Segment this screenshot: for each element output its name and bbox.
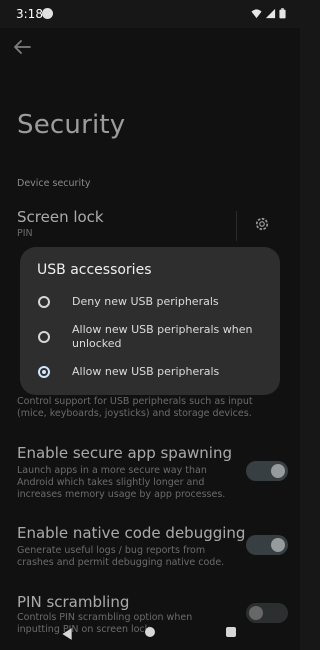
battery-icon — [279, 8, 286, 19]
nav-recents-button[interactable] — [226, 627, 236, 637]
radio-button[interactable] — [38, 331, 50, 343]
nav-back-icon[interactable] — [60, 627, 74, 641]
notification-icon — [42, 8, 53, 19]
wifi-icon — [251, 9, 262, 19]
option-label: Allow new USB peripherals when unlocked — [72, 323, 253, 350]
status-time: 3:18 — [16, 7, 43, 21]
usb-accessories-dialog: USB accessories Deny new USB peripherals… — [20, 247, 280, 395]
radio-button-selected[interactable] — [38, 366, 50, 378]
signal-icon — [265, 8, 276, 19]
status-bar: 3:18 — [0, 0, 300, 28]
option-label: Deny new USB peripherals — [72, 295, 219, 308]
option-allow-new-usb[interactable]: Allow new USB peripherals — [20, 358, 280, 388]
status-icons — [251, 8, 286, 19]
dialog-title: USB accessories — [37, 262, 152, 278]
option-allow-when-unlocked[interactable]: Allow new USB peripherals when unlocked — [20, 319, 280, 355]
option-deny-new-usb[interactable]: Deny new USB peripherals — [20, 288, 280, 318]
option-label: Allow new USB peripherals — [72, 365, 220, 378]
nav-home-button[interactable] — [145, 627, 155, 637]
radio-button[interactable] — [38, 296, 50, 308]
